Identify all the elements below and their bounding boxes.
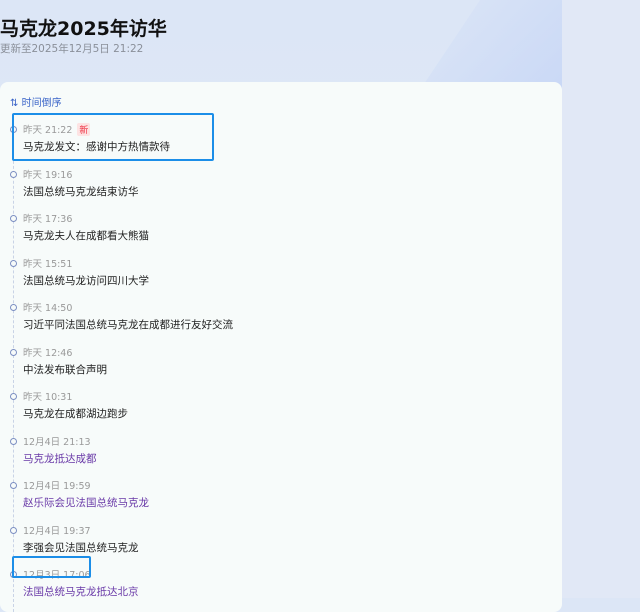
- time-text: 昨天 19:16: [23, 169, 73, 181]
- timeline-item[interactable]: 12月4日 21:13 马克龙抵达成都: [10, 434, 270, 478]
- timeline-card: ⇅ 时间倒序 昨天 21:22 新 马克龙发文：感谢中方热情款待 昨天 19:16…: [0, 82, 562, 612]
- item-time: 昨天 10:31: [23, 389, 72, 403]
- timeline-item[interactable]: 昨天 12:46 中法发布联合声明: [10, 345, 270, 389]
- item-title-link[interactable]: 赵乐际会见法国总统马克龙: [23, 495, 149, 510]
- item-time: 12月4日 19:37: [23, 523, 91, 537]
- item-time: 昨天 12:46: [23, 345, 72, 359]
- timeline-dot-icon: [10, 304, 17, 311]
- highlight-box: [12, 113, 214, 161]
- item-time: 昨天 15:51: [23, 256, 72, 270]
- sort-label: 时间倒序: [21, 98, 62, 109]
- item-title-link[interactable]: 法国总统马克龙结束访华: [23, 184, 139, 199]
- sort-icon: ⇅: [10, 98, 19, 109]
- item-time: 12月4日 21:13: [23, 434, 91, 448]
- timeline-dot-icon: [10, 393, 17, 400]
- timeline-item[interactable]: 12月4日 19:59 赵乐际会见法国总统马克龙: [10, 478, 270, 522]
- timeline-dot-icon: [10, 215, 17, 222]
- time-text: 昨天 10:31: [23, 392, 73, 403]
- time-text: 昨天 14:50: [23, 303, 73, 314]
- timeline-dot-icon: [10, 482, 17, 489]
- timeline-item[interactable]: 昨天 15:51 法国总统马龙访问四川大学: [10, 256, 270, 300]
- timeline-dot-icon: [10, 348, 17, 356]
- item-time: 昨天 17:36: [23, 211, 72, 225]
- timeline-dot-icon: [10, 170, 17, 178]
- item-title-link[interactable]: 法国总统马龙访问四川大学: [23, 273, 149, 288]
- highlight-box: [12, 556, 91, 578]
- time-text: 12月4日 21:13: [23, 436, 91, 448]
- time-text: 12月4日 19:59: [23, 481, 91, 492]
- update-time: 更新至2025年12月5日 21:22: [0, 43, 144, 55]
- item-title-link[interactable]: 习近平同法国总统马克龙在成都进行友好交流: [23, 317, 233, 332]
- time-text: 12月4日 19:37: [23, 525, 91, 537]
- item-time: 昨天 19:16: [23, 167, 72, 181]
- item-title-link[interactable]: 马克龙夫人在成都看大熊猫: [23, 228, 149, 243]
- timeline-item[interactable]: 昨天 10:31 马克龙在成都湖边跑步: [10, 389, 270, 433]
- item-title-link[interactable]: 李强会见法国总统马克龙: [23, 540, 139, 555]
- timeline-dot-icon: [10, 526, 17, 534]
- item-title-link[interactable]: 法国总统马克龙抵达北京: [23, 584, 139, 599]
- time-text: 昨天 12:46: [23, 347, 73, 359]
- time-text: 昨天 17:36: [23, 214, 73, 225]
- timeline-dot-icon: [10, 259, 17, 267]
- sort-toggle[interactable]: ⇅ 时间倒序: [10, 94, 62, 109]
- item-title-link[interactable]: 马克龙抵达成都: [23, 451, 97, 466]
- item-title-link[interactable]: 中法发布联合声明: [23, 362, 107, 377]
- timeline-item[interactable]: 昨天 17:36 马克龙夫人在成都看大熊猫: [10, 211, 270, 255]
- page-title: 马克龙2025年访华: [0, 18, 167, 40]
- timeline-item[interactable]: 昨天 14:50 习近平同法国总统马克龙在成都进行友好交流: [10, 300, 270, 344]
- item-time: 昨天 14:50: [23, 300, 72, 314]
- timeline-item[interactable]: 昨天 19:16 法国总统马克龙结束访华: [10, 167, 270, 211]
- time-text: 昨天 15:51: [23, 258, 73, 270]
- right-panel: [562, 0, 640, 598]
- item-time: 12月4日 19:59: [23, 478, 91, 492]
- timeline-dot-icon: [10, 437, 17, 445]
- background-decoration: [420, 0, 570, 90]
- item-title-link[interactable]: 马克龙在成都湖边跑步: [23, 406, 128, 421]
